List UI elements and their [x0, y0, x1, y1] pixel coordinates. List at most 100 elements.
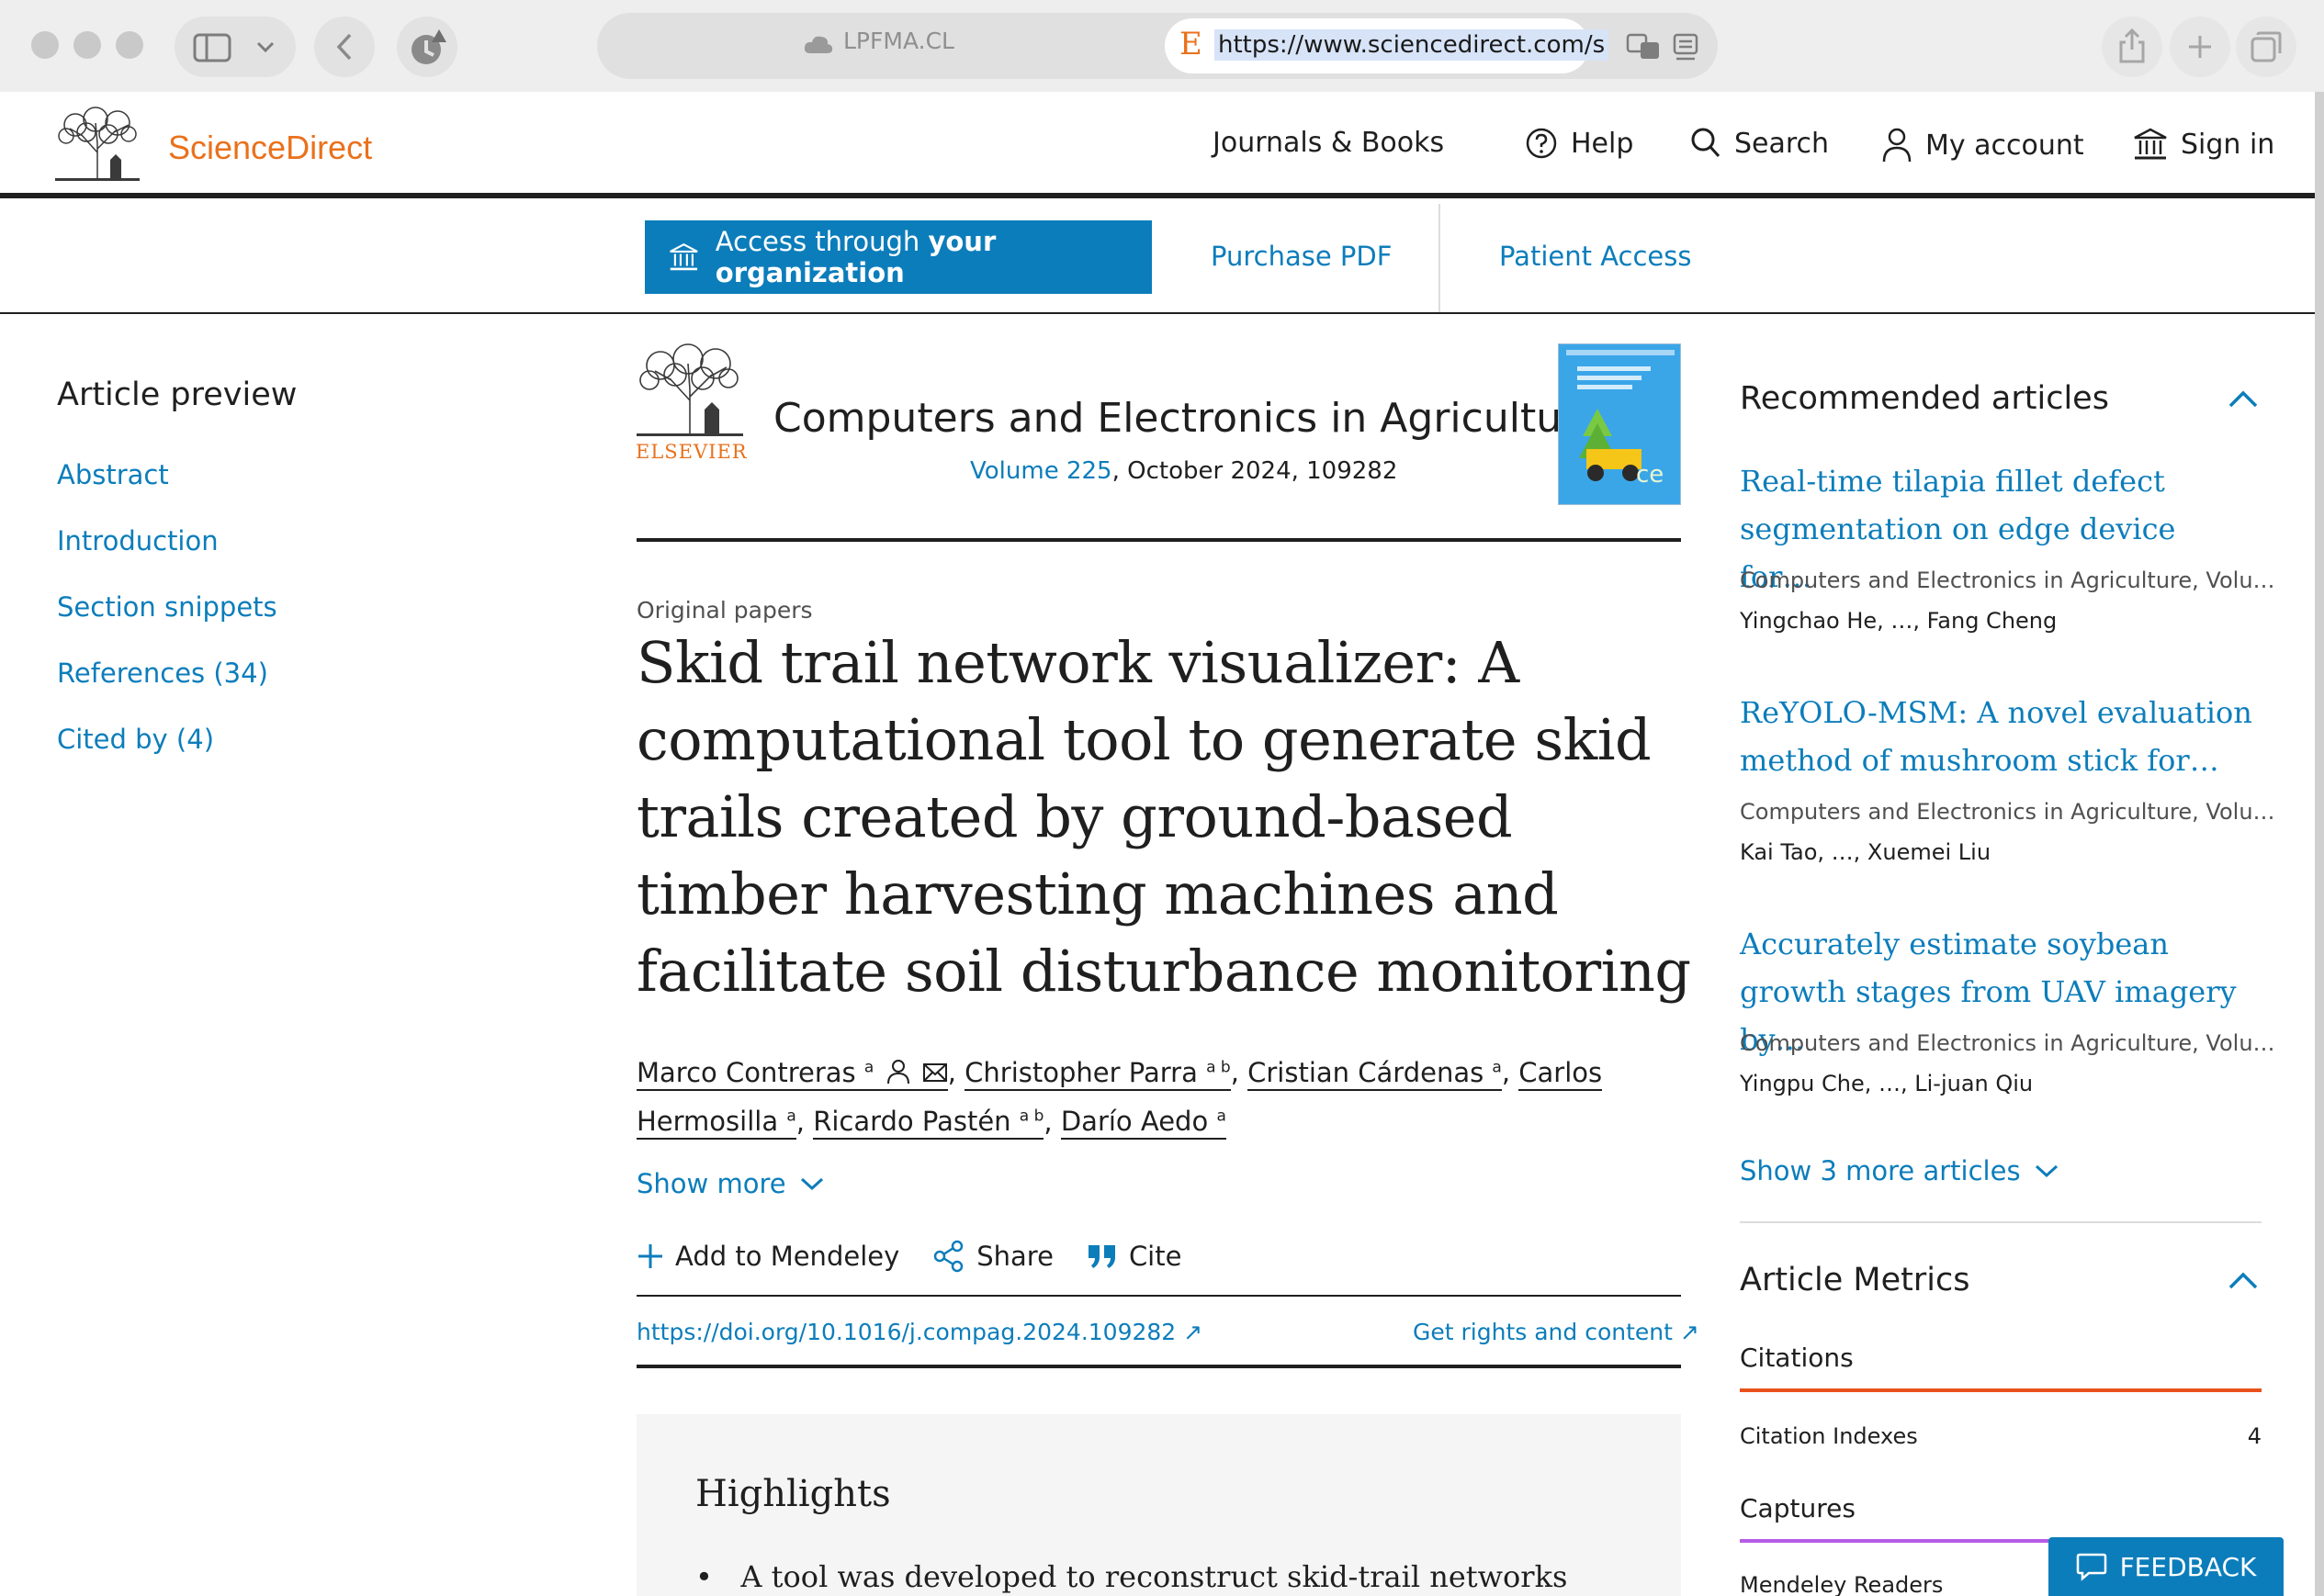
author-name: Christopher Parra	[965, 1056, 1198, 1088]
plus-icon	[2189, 36, 2211, 58]
article-type: Original papers	[637, 597, 813, 624]
feedback-label: FEEDBACK	[2119, 1551, 2257, 1582]
show-more-button[interactable]: Show more	[637, 1168, 825, 1199]
feedback-button[interactable]: FEEDBACK	[2048, 1537, 2284, 1596]
toc-title: Article preview	[57, 377, 298, 413]
get-rights-link[interactable]: Get rights and content ↗	[1413, 1319, 1699, 1345]
window-close-button[interactable]	[31, 31, 59, 59]
doi-link[interactable]: https://doi.org/10.1016/j.compag.2024.10…	[637, 1319, 1202, 1345]
sign-in-label: Sign in	[2181, 128, 2275, 161]
toc-item-references[interactable]: References (34)	[57, 658, 268, 689]
highlight-item: • A tool was developed to reconstruct sk…	[695, 1559, 1568, 1594]
search-icon	[1691, 128, 1720, 158]
show-more-label: Show more	[637, 1168, 786, 1199]
journal-title[interactable]: Computers and Electronics in Agriculture	[773, 395, 1602, 442]
translate-icon[interactable]	[1626, 33, 1661, 61]
back-button[interactable]	[314, 17, 375, 77]
journal-header-rule	[637, 538, 1681, 542]
captures-heading: Captures	[1740, 1493, 1856, 1523]
sciencedirect-brand[interactable]: ScienceDirect	[168, 129, 372, 167]
share-button[interactable]: Share	[932, 1240, 1054, 1273]
elsevier-logo[interactable]	[637, 343, 743, 437]
inactive-tab-label[interactable]: LPFMA.CL	[843, 28, 954, 54]
chevron-down-icon	[2035, 1164, 2058, 1178]
search-link[interactable]: Search	[1690, 127, 1829, 160]
search-label: Search	[1734, 127, 1830, 160]
right-column-rule	[1740, 1221, 2262, 1223]
add-to-mendeley-button[interactable]: Add to Mendeley	[637, 1240, 899, 1273]
article-title: Skid trail network visualizer: A computa…	[637, 629, 1691, 1005]
new-tab-button[interactable]	[2170, 17, 2230, 77]
author-link[interactable]: Marco Contreras a	[637, 1056, 948, 1091]
window-minimize-button[interactable]	[73, 31, 101, 59]
journal-cover-image[interactable]: ce	[1558, 343, 1681, 505]
author-name: Marco Contreras	[637, 1056, 856, 1088]
chevron-up-icon[interactable]	[2227, 1269, 2260, 1291]
citations-bar	[1740, 1388, 2262, 1392]
url-field[interactable]: https://www.sciencedirect.com/s	[1214, 29, 1609, 61]
article-actions: Add to Mendeley Share Cite	[637, 1240, 1181, 1273]
elsevier-wordmark: ELSEVIER	[636, 441, 748, 463]
chevron-left-icon	[336, 33, 352, 61]
chat-bubble-icon	[2076, 1553, 2106, 1581]
doi-text: https://doi.org/10.1016/j.compag.2024.10…	[637, 1319, 1177, 1345]
chevron-down-icon[interactable]	[255, 39, 276, 55]
share-browser-button[interactable]	[2102, 17, 2162, 77]
author-link[interactable]: Ricardo Pastén a b	[813, 1106, 1044, 1141]
journal-volume-line: Volume 225, October 2024, 109282	[970, 457, 1397, 485]
window-zoom-button[interactable]	[116, 31, 143, 59]
access-label-prefix: Access through	[715, 226, 920, 257]
my-account-label: My account	[1925, 129, 2084, 162]
highlights-title: Highlights	[695, 1473, 891, 1515]
page-edge	[2315, 92, 2324, 1596]
mendeley-readers-label: Mendeley Readers	[1740, 1572, 1944, 1596]
chevron-up-icon[interactable]	[2227, 388, 2260, 410]
toc-item-section-snippets[interactable]: Section snippets	[57, 591, 277, 623]
share-label: Share	[976, 1241, 1054, 1272]
institution-icon	[2134, 128, 2167, 160]
sign-in-link[interactable]: Sign in	[2133, 127, 2274, 162]
volume-details: , October 2024, 109282	[1111, 457, 1398, 485]
author-link[interactable]: Cristian Cárdenas a	[1247, 1056, 1502, 1091]
purchase-pdf-link[interactable]: Purchase PDF	[1211, 241, 1392, 272]
journals-books-label: Journals & Books	[1213, 127, 1445, 159]
citations-heading: Citations	[1740, 1343, 1854, 1373]
recommended-article-authors: Yingchao He, …, Fang Cheng	[1740, 608, 2058, 634]
external-link-icon: ↗	[1183, 1319, 1203, 1345]
cite-button[interactable]: Cite	[1087, 1240, 1181, 1273]
highlight-text: A tool was developed to reconstruct skid…	[740, 1559, 1568, 1594]
show-more-articles-label: Show 3 more articles	[1740, 1155, 2021, 1186]
journals-books-link[interactable]: Journals & Books	[1213, 127, 1444, 159]
cloud-icon	[804, 36, 833, 53]
toc-item-cited-by[interactable]: Cited by (4)	[57, 724, 214, 755]
author-link[interactable]: Darío Aedo a	[1060, 1106, 1226, 1141]
access-through-organization-button[interactable]: Access through your organization	[645, 220, 1152, 294]
recommended-article-authors: Kai Tao, …, Xuemei Liu	[1740, 839, 1991, 865]
extension-button[interactable]	[397, 17, 457, 77]
recommended-article-link[interactable]: ReYOLO-MSM: A novel evaluation method of…	[1740, 689, 2254, 784]
sidebar-icon[interactable]	[193, 33, 231, 62]
reader-icon[interactable]	[1672, 33, 1699, 62]
show-more-articles-button[interactable]: Show 3 more articles	[1740, 1155, 2059, 1186]
help-link[interactable]: Help	[1525, 127, 1633, 160]
extension-icon	[412, 29, 446, 64]
rights-text: Get rights and content	[1413, 1319, 1673, 1345]
author-name: Cristian Cárdenas	[1247, 1056, 1484, 1088]
share-icon	[934, 1240, 964, 1273]
chevron-down-icon	[800, 1177, 823, 1191]
tab-overview-button[interactable]	[2236, 17, 2296, 77]
citation-indexes-label: Citation Indexes	[1740, 1423, 1918, 1449]
author-link[interactable]: Christopher Parra a b	[965, 1056, 1231, 1091]
recommended-article-journal: Computers and Electronics in Agriculture…	[1740, 799, 2275, 825]
elsevier-tree-logo[interactable]	[55, 107, 140, 182]
sidebar-toggle-group[interactable]	[175, 17, 296, 77]
access-bar	[0, 204, 2324, 314]
patient-access-link[interactable]: Patient Access	[1499, 241, 1691, 272]
author-affiliation: a	[863, 1058, 874, 1076]
my-account-link[interactable]: My account	[1881, 127, 2084, 163]
toc-item-introduction[interactable]: Introduction	[57, 525, 219, 556]
volume-link[interactable]: Volume 225	[970, 457, 1112, 485]
recommended-title: Recommended articles	[1740, 380, 2109, 417]
author-affiliation: a b	[1019, 1107, 1044, 1126]
toc-item-abstract[interactable]: Abstract	[57, 459, 169, 490]
